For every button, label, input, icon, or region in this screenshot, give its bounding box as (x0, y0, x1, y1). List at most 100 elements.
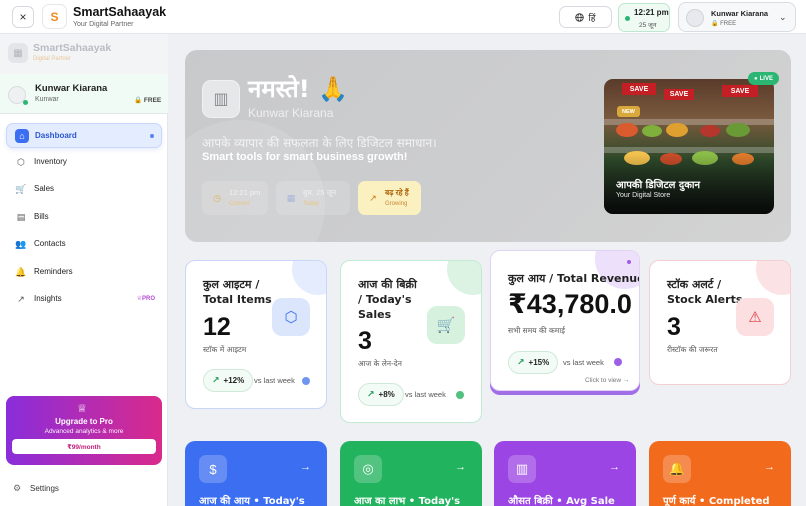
card-title: कुल आय / Total Revenue (508, 272, 640, 285)
card-value: 12 (203, 313, 231, 341)
active-dot (627, 260, 631, 264)
trend-caption: vs last week (563, 358, 604, 367)
warning-icon: ⚠ (736, 298, 774, 336)
sidebar-item-label: Insights (34, 294, 62, 303)
store-profile[interactable]: Kunwar Kiarana Kunwar 🔒 FREE (0, 74, 168, 114)
growth-chip: ↗ बढ़ रहे हैं Growing (358, 181, 421, 215)
user-menu-button[interactable]: Kunwar Kiarana 🔒 FREE ⌄ (678, 2, 796, 32)
pro-badge: ♕PRO (136, 296, 155, 302)
sale-sign: SAVE (622, 83, 656, 95)
trend-badge: ↗ +8% (358, 383, 404, 406)
card-decoration (756, 261, 790, 295)
settings-link[interactable]: ⚙ Settings (12, 483, 59, 493)
action-card-avg-sale[interactable]: ▥ → औसत बिक्री • Avg Sale (494, 441, 636, 506)
sidebar-item-inventory[interactable]: ⬡ Inventory (6, 150, 162, 175)
sidebar-item-contacts[interactable]: 👥 Contacts (6, 232, 162, 257)
sidebar-item-label: Sales (34, 184, 55, 193)
bell-icon: 🔔 (663, 455, 691, 483)
close-button[interactable]: × (12, 6, 34, 28)
gear-icon: ⚙ (12, 482, 22, 493)
hero-store-name: Kunwar Kiarana (248, 106, 334, 120)
receipt-icon: ▤ (16, 211, 26, 222)
sale-sign: SAVE (722, 85, 758, 97)
trend-caption: vs last week (405, 390, 446, 399)
stat-card-total-revenue[interactable]: कुल आय / Total Revenue ₹43,780.0 सभी समय… (490, 250, 640, 391)
card-value: ₹43,780.0 (508, 289, 632, 319)
sale-sign: SAVE (664, 89, 694, 100)
click-to-view-link[interactable]: Click to view → (585, 377, 629, 384)
store-icon: ▥ (202, 80, 240, 118)
action-label: आज का लाभ • Today's (354, 496, 461, 506)
sidebar-item-label: Bills (34, 212, 49, 221)
action-card-today-income[interactable]: $ → आज की आय • Today's (185, 441, 327, 506)
arrow-right-icon: → (455, 461, 466, 473)
sidebar: ▦ SmartSahaayak Digital Partner Kunwar K… (0, 34, 168, 506)
new-badge: NEW (617, 106, 640, 117)
online-dot (625, 16, 630, 21)
bell-icon: 🔔 (15, 266, 27, 277)
trend-up-icon: ↗ (517, 357, 525, 367)
plan-badge: 🔒 FREE (134, 97, 162, 104)
stat-card-total-items[interactable]: कुल आइटम / Total Items 12 स्टॉक में आइटम … (185, 260, 327, 409)
top-bar: × S SmartSahaayak Your Digital Partner ह… (0, 0, 806, 34)
action-card-today-profit[interactable]: ◎ → आज का लाभ • Today's (340, 441, 482, 506)
card-title: स्टॉक अलर्ट / Stock Alerts (667, 278, 743, 306)
card-subtitle: आज के लेन-देन (358, 359, 402, 368)
action-label: आज की आय • Today's (199, 496, 305, 506)
produce (700, 125, 720, 137)
store-name: Kunwar Kiarana (35, 83, 108, 94)
action-label: औसत बिक्री • Avg Sale (508, 496, 615, 506)
cube-icon: ⬡ (272, 298, 310, 336)
crown-icon: ♕ (77, 403, 87, 415)
stat-card-stock-alerts[interactable]: स्टॉक अलर्ट / Stock Alerts 3 रीस्टॉक की ज… (649, 260, 791, 385)
trend-up-icon: ↗ (212, 375, 220, 385)
photo-subtitle: Your Digital Store (616, 192, 671, 199)
dollar-icon: $ (199, 455, 227, 483)
action-label: पूर्ण कार्य • Completed (663, 496, 770, 506)
store-owner: Kunwar (35, 96, 59, 103)
english-tagline: Smart tools for smart business growth! (202, 151, 408, 163)
upgrade-subtitle: Advanced analytics & more (44, 428, 124, 435)
trend-up-icon: ↗ (367, 389, 375, 399)
upgrade-button[interactable]: ₹99/month (12, 439, 156, 454)
arrow-right-icon: → (764, 461, 775, 473)
store-photo: SAVE SAVE SAVE आपकी डिजिटल दुकान Your Di… (604, 79, 774, 214)
trend-badge: ↗ +12% (203, 369, 254, 392)
target-icon: ◎ (354, 455, 382, 483)
card-value: 3 (358, 327, 372, 355)
card-subtitle: रीस्टॉक की जरूरत (667, 345, 718, 354)
language-label: हिं (588, 12, 596, 23)
home-icon: ⌂ (15, 129, 29, 143)
card-decoration (292, 261, 326, 295)
arrow-right-icon: → (609, 461, 620, 473)
sidebar-item-bills[interactable]: ▤ Bills (6, 205, 162, 230)
sidebar-item-insights[interactable]: ↗ Insights ♕PRO (6, 287, 162, 312)
produce (642, 125, 662, 137)
user-name: Kunwar Kiarana (711, 9, 769, 18)
sidebar-item-reminders[interactable]: 🔔 Reminders (6, 260, 162, 285)
sidebar-item-sales[interactable]: 🛒 Sales (6, 177, 162, 202)
sidebar-brand-tagline: Digital Partner (33, 56, 72, 62)
arrow-right-icon: → (300, 461, 311, 473)
cart-icon: 🛒 (427, 306, 465, 344)
clock-date: 25 जून (639, 22, 657, 29)
action-card-completed[interactable]: 🔔 → पूर्ण कार्य • Completed (649, 441, 791, 506)
language-button[interactable]: हिं (559, 6, 612, 28)
sidebar-header: ▦ SmartSahaayak Digital Partner (0, 34, 168, 74)
sidebar-item-dashboard[interactable]: ⌂ Dashboard (6, 123, 162, 148)
indicator-dot (302, 377, 310, 385)
globe-icon (575, 12, 585, 22)
stat-card-today-sales[interactable]: आज की बिक्री / Today's Sales 3 आज के लेन-द… (340, 260, 482, 423)
brand-tagline: Your Digital Partner (73, 21, 134, 28)
brand-logo: S (42, 4, 67, 29)
produce (616, 123, 638, 137)
bar-chart-icon: ▥ (508, 455, 536, 483)
cart-icon: 🛒 (15, 183, 27, 194)
calendar-icon: ▦ (286, 192, 296, 203)
card-decoration (447, 261, 481, 295)
trend-badge: ↗ +15% (508, 351, 559, 374)
main-content: ▥ नमस्ते! 🙏 Kunwar Kiarana आपके व्यापार … (168, 34, 806, 506)
sidebar-item-label: Contacts (34, 239, 66, 248)
upgrade-title: Upgrade to Pro (55, 417, 113, 426)
indicator-dot (614, 358, 622, 366)
